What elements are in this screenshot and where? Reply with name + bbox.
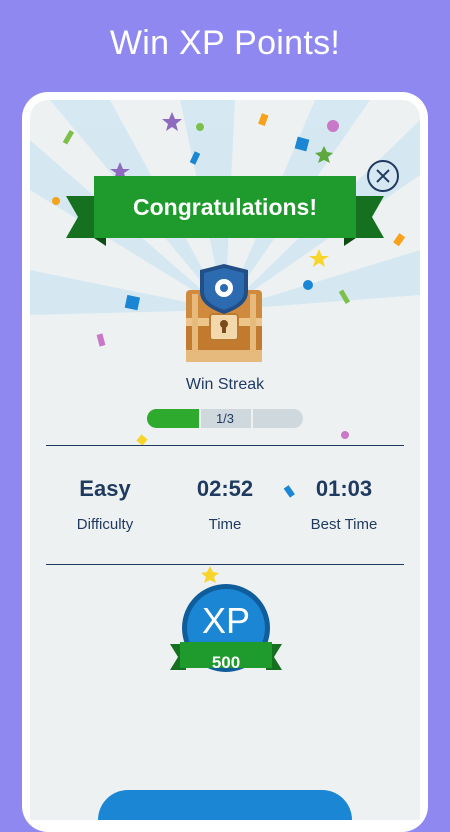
stat-difficulty: Easy Difficulty [45, 476, 165, 533]
divider-bottom [46, 564, 404, 565]
stat-value: Easy [79, 476, 131, 501]
stat-value: 01:03 [315, 476, 373, 501]
reward-name: Win Streak [185, 376, 265, 393]
stat-label: Difficulty [76, 516, 134, 533]
stat-best-time: 01:03 Best Time [284, 476, 404, 533]
stat-label: Time [208, 516, 242, 533]
banner-title: Congratulations! [133, 193, 317, 220]
continue-button[interactable] [98, 790, 352, 820]
promo-headline: Win XP Points! [109, 24, 341, 62]
stat-value: 02:52 [196, 476, 254, 501]
divider-top [46, 445, 404, 446]
xp-amount: 500 [211, 653, 241, 672]
streak-progress-bar: 1/3 [147, 409, 303, 428]
results-dialog: Congratulations! Win Streak 1/3 Easy Dif… [30, 100, 420, 820]
treasure-chest-icon [186, 264, 262, 362]
stat-time: 02:52 Time [165, 476, 285, 533]
xp-title: XP [201, 600, 251, 641]
streak-progress-text: 1/3 [215, 411, 235, 426]
stat-label: Best Time [310, 516, 378, 533]
